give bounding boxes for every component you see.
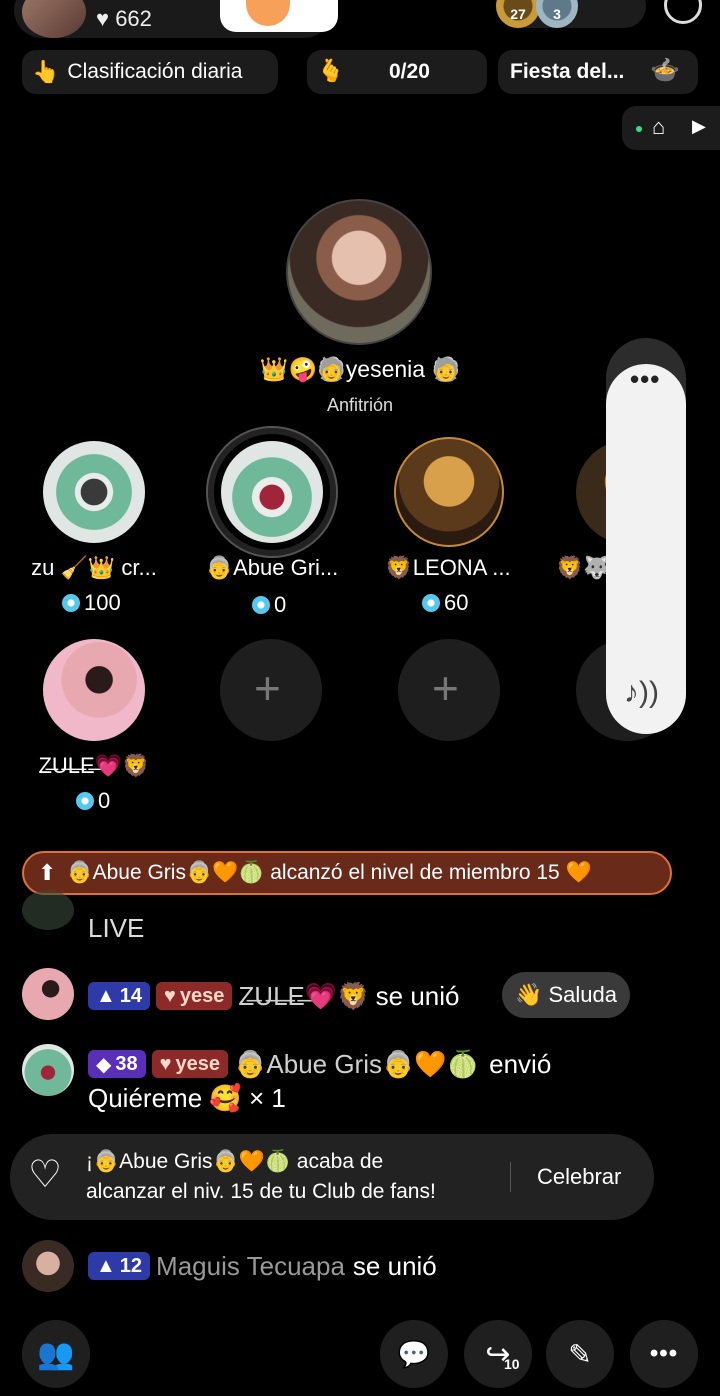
seat-5-coins: 0 [76,788,110,814]
toast-divider [510,1162,511,1192]
viewer-count: 5 [598,0,610,6]
seat-5-avatar[interactable] [43,639,145,741]
viewer-badge-3: 3 [536,0,578,28]
chat-line-3: ▲ 12 Maguis Tecuapa se unió [88,1249,437,1283]
chat-avatar-maguis[interactable] [22,1240,74,1292]
chat-avatar-abue[interactable] [22,1044,74,1096]
level-badge: ◆ 38 [88,1050,146,1078]
volume-slider-fill[interactable]: ••• ♪)) [606,364,686,734]
heart-follow-icon [246,0,290,26]
seat-3-coins: 60 [422,590,468,616]
share-count: 10 [504,1356,520,1372]
level-badge: ▲ 14 [88,982,151,1010]
seat-1-coins: 100 [62,590,121,616]
likes-count: ♥ 662 [96,6,152,31]
seat-3-avatar[interactable] [394,437,504,547]
people-icon: 👥 [37,1337,75,1371]
triangle-icon: ▲ [96,1254,116,1277]
live-dot-icon [636,126,642,132]
volume-slider-panel[interactable]: ••• ♪)) [606,338,686,734]
level-badge: ▲ 12 [88,1252,151,1280]
chat-gift-text: Quiéreme 🥰 × 1 [88,1083,286,1113]
top-viewers[interactable]: 27 3 5 [496,0,646,28]
diamond-coin-icon [252,596,270,614]
share-button[interactable]: ↪ 10 [464,1320,532,1388]
seat-1-name: zu 🧹👑 cr... [31,555,157,580]
magic-wand-icon: ✎ [568,1338,592,1370]
wave-icon: 👋 [515,982,543,1007]
heart-badge-icon: ♥ [159,1052,172,1075]
fan-badge: ♥ yese [156,982,233,1010]
seat-2-coins: 0 [252,592,286,618]
diamond-coin-icon [62,594,80,612]
plus-icon: + [432,662,459,714]
host-mini-avatar [22,0,86,38]
chat-line-2: ◆ 38 ♥ yese 👵Abue Gris👵🧡🍈 envió [88,1047,551,1081]
effects-button[interactable]: ✎ [546,1320,614,1388]
viewer-badge-27: 27 [496,0,540,28]
play-icon: ▶ [692,116,706,136]
diamond-icon: ◆ [96,1053,112,1076]
chat-line-1: ▲ 14 ♥ yese Z̶U̶L̶E̶💗🦁 se unió [88,979,459,1013]
wave-button[interactable]: 👋 Saluda [502,972,630,1018]
fan-badge: ♥ yese [151,1050,229,1078]
power-icon[interactable] [664,0,702,24]
speaker-icon: ♪)) [624,676,659,709]
chat-avatar-zule[interactable] [22,968,74,1020]
finger-heart-icon: 🫰 [317,58,345,83]
chat-avatar-faded [22,890,74,930]
fan-club-toast: ♡ ¡👵Abue Gris👵🧡🍈 acaba de alcanzar el ni… [10,1134,654,1220]
more-dots-icon: ••• [649,1340,679,1367]
celebrate-button[interactable]: Celebrar [537,1164,621,1190]
streak-text: 77 [302,0,329,4]
party-label: Fiesta del... [510,60,625,83]
seat-1-avatar[interactable] [43,441,145,543]
heart-icon: ♥ [96,6,110,31]
member-level-banner: ⬆ 👵Abue Gris👵🧡🍈 alcanzó el nivel de miem… [22,851,672,895]
empty-seat-1[interactable]: + [220,639,322,741]
host-name: 👑🤪🧓yesenia 🧓 [259,356,461,382]
daily-ranking-chip[interactable]: 👆 Clasificación diaria [22,50,278,94]
more-dots-icon[interactable]: ••• [630,364,660,395]
empty-seat-2[interactable]: + [398,639,500,741]
diamond-coin-icon [76,792,94,810]
triangle-icon: ▲ [96,984,116,1007]
chat-faded-line: LIVE [88,913,145,943]
diamond-coin-icon [422,594,440,612]
goal-chip[interactable]: 🫰 0/20 [307,50,487,94]
multi-guest-button[interactable]: 👥 [22,1320,90,1388]
home-icon: ⌂ [652,114,666,139]
mini-controls[interactable]: ⌂ ▶ [622,106,720,150]
more-button[interactable]: ••• [630,1320,698,1388]
host-profile-chip[interactable]: ♥ 662 77 [14,0,338,38]
hand-icon: 👆 [32,59,60,84]
follow-button[interactable]: 77 [220,0,338,32]
seat-5-name: Z̶U̶L̶E̶💗🦁 [38,753,150,778]
seat-3-name: 🦁LEONA ... [385,555,511,580]
heart-outline-icon: ♡ [28,1154,63,1196]
seat-2-avatar[interactable] [221,441,323,543]
plus-icon: + [254,662,281,714]
gift-pot-icon: 🍲 [650,57,680,84]
host-avatar[interactable] [286,199,432,345]
host-role: Anfitrión [326,395,394,415]
comment-button[interactable]: 💬 [380,1320,448,1388]
seat-2-name: 👵Abue Gri... [205,555,339,580]
goal-progress: 0/20 [389,60,430,83]
party-chip[interactable]: Fiesta del... 🍲 [498,50,698,94]
heart-badge-icon: ♥ [164,984,176,1007]
chat-bubble-icon: 💬 [397,1338,431,1369]
arrow-up-icon: ⬆ [38,860,57,885]
